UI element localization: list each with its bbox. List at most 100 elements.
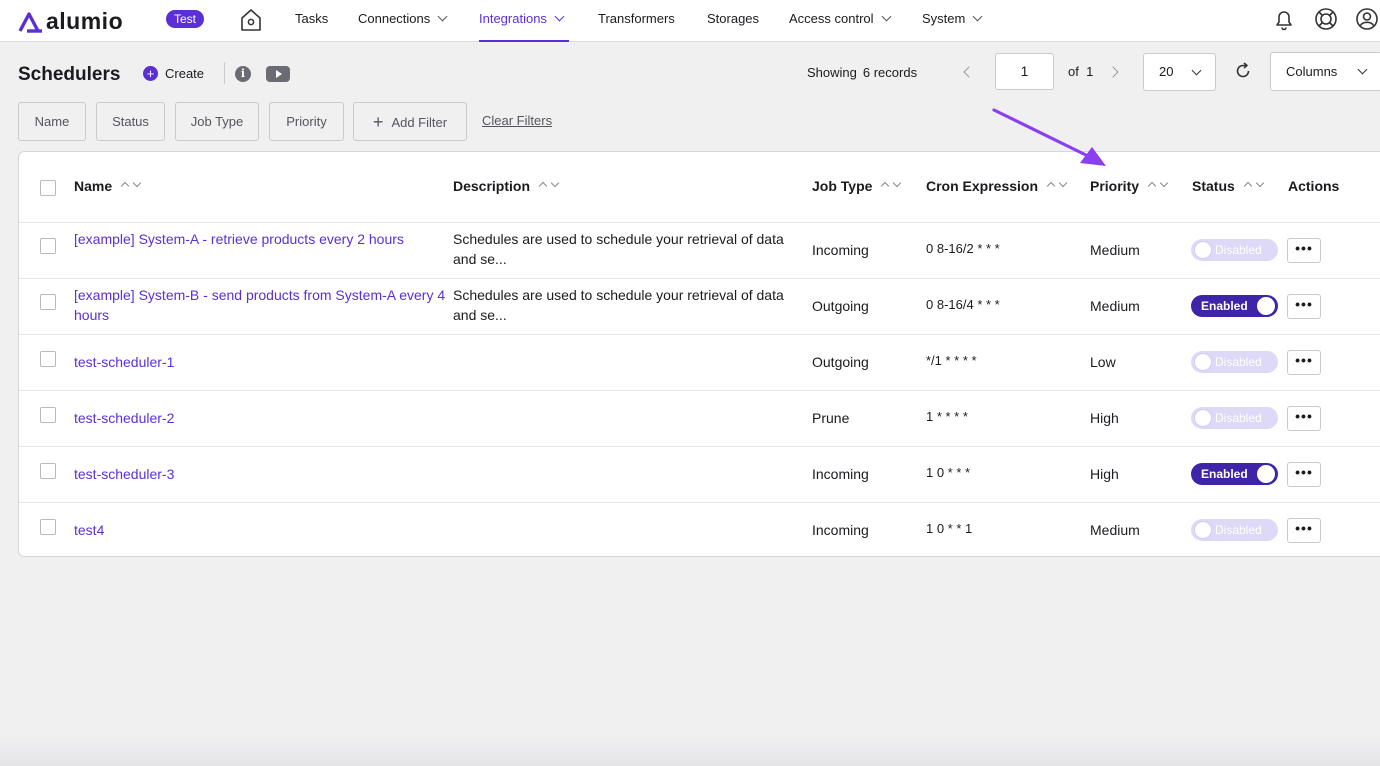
chevron-right-icon[interactable] — [1107, 66, 1119, 78]
toggle-knob — [1257, 465, 1275, 483]
scheduler-priority: High — [1090, 466, 1119, 482]
row-checkbox[interactable] — [40, 519, 56, 535]
table-row[interactable]: [example] System-B - send products from … — [19, 278, 1380, 334]
chevron-down-icon — [972, 11, 983, 22]
status-label: Enabled — [1201, 299, 1248, 313]
status-toggle[interactable]: Disabled — [1191, 519, 1278, 541]
chevron-down-icon — [554, 11, 565, 22]
sort-icon[interactable] — [881, 176, 906, 192]
scheduler-job-type: Incoming — [812, 466, 869, 482]
row-actions-button[interactable]: ••• — [1287, 518, 1321, 543]
sort-icon[interactable] — [1046, 176, 1072, 192]
nav-access-control[interactable]: Access control — [789, 0, 891, 42]
table-row[interactable]: test4 Incoming 1 0 * * 1 Medium Disabled ••• — [19, 502, 1380, 558]
status-toggle[interactable]: Disabled — [1191, 239, 1278, 261]
status-label: Disabled — [1215, 411, 1262, 425]
chevron-left-icon[interactable] — [963, 66, 975, 78]
help-icon[interactable] — [1314, 7, 1338, 31]
scheduler-name-link[interactable]: [example] System-B - send products from … — [74, 285, 446, 325]
nav-transformers[interactable]: Transformers — [598, 0, 675, 42]
page-title: Schedulers — [18, 64, 121, 85]
home-icon[interactable] — [240, 8, 262, 32]
toggle-knob — [1257, 297, 1275, 315]
row-actions-button[interactable]: ••• — [1287, 462, 1321, 487]
row-checkbox[interactable] — [40, 294, 56, 310]
toggle-knob — [1194, 409, 1212, 427]
status-toggle[interactable]: Disabled — [1191, 351, 1278, 373]
scheduler-priority: Low — [1090, 354, 1116, 370]
column-header-cron-expression[interactable]: Cron Expression — [926, 178, 1072, 194]
scheduler-cron-expression: 1 0 * * 1 — [926, 521, 973, 536]
sort-icon[interactable] — [1147, 176, 1173, 192]
table-row[interactable]: test-scheduler-1 Outgoing */1 * * * * Low Di… — [19, 334, 1380, 390]
toggle-knob — [1194, 241, 1212, 259]
add-filter-label: Add Filter — [391, 115, 448, 130]
bell-icon[interactable] — [1272, 7, 1296, 31]
filter-name[interactable]: Name — [18, 102, 86, 141]
per-page-select[interactable]: 20 — [1143, 53, 1216, 91]
row-actions-button[interactable]: ••• — [1287, 406, 1321, 431]
of-label: of — [1068, 64, 1079, 79]
table-row[interactable]: test-scheduler-2 Prune 1 * * * * High Disabl… — [19, 390, 1380, 446]
page-number-input[interactable]: 1 — [995, 53, 1054, 90]
scheduler-name-link[interactable]: test-scheduler-2 — [74, 408, 446, 428]
sort-icon[interactable] — [1243, 176, 1269, 192]
status-toggle[interactable]: Disabled — [1191, 407, 1278, 429]
scheduler-priority: Medium — [1090, 298, 1140, 314]
filter-job-type[interactable]: Job Type — [175, 102, 259, 141]
create-button[interactable]: + Create — [143, 66, 204, 81]
scheduler-description: Schedules are used to schedule your retr… — [453, 231, 784, 267]
scheduler-job-type: Incoming — [812, 242, 869, 258]
clear-filters-link[interactable]: Clear Filters — [482, 113, 552, 128]
row-actions-button[interactable]: ••• — [1287, 294, 1321, 319]
video-icon[interactable] — [266, 66, 290, 82]
scheduler-name-link[interactable]: test4 — [74, 520, 446, 540]
alumio-logo[interactable]: alumio — [18, 8, 123, 35]
sort-icon[interactable] — [120, 176, 146, 192]
column-header-status[interactable]: Status — [1192, 178, 1269, 194]
info-icon[interactable]: i — [235, 66, 251, 82]
row-actions-button[interactable]: ••• — [1287, 350, 1321, 375]
refresh-icon[interactable] — [1234, 62, 1252, 80]
scheduler-description: Schedules are used to schedule your retr… — [453, 287, 784, 323]
row-checkbox[interactable] — [40, 351, 56, 367]
scheduler-cron-expression: */1 * * * * — [926, 353, 977, 368]
status-toggle[interactable]: Enabled — [1191, 295, 1278, 317]
table-row[interactable]: [example] System-A - retrieve products e… — [19, 222, 1380, 278]
filter-status[interactable]: Status — [96, 102, 165, 141]
chevron-down-icon — [1191, 65, 1202, 76]
nav-integrations[interactable]: Integrations — [479, 0, 569, 42]
row-checkbox[interactable] — [40, 238, 56, 254]
select-all-checkbox[interactable] — [40, 180, 56, 196]
column-header-priority[interactable]: Priority — [1090, 178, 1173, 194]
sort-icon[interactable] — [538, 176, 564, 192]
table-row[interactable]: test-scheduler-3 Incoming 1 0 * * * High Ena… — [19, 446, 1380, 502]
showing-label: Showing — [807, 65, 857, 80]
scheduler-cron-expression: 1 * * * * — [926, 409, 968, 424]
user-icon[interactable] — [1355, 7, 1379, 31]
add-filter-button[interactable]: + Add Filter — [353, 102, 467, 141]
chevron-down-icon — [881, 11, 891, 22]
row-checkbox[interactable] — [40, 463, 56, 479]
filter-priority[interactable]: Priority — [269, 102, 344, 141]
scheduler-name-link[interactable]: test-scheduler-1 — [74, 352, 446, 372]
scheduler-cron-expression: 0 8-16/4 * * * — [926, 297, 1000, 312]
nav-system[interactable]: System — [922, 0, 983, 42]
nav-tasks[interactable]: Tasks — [295, 0, 328, 42]
row-actions-button[interactable]: ••• — [1287, 238, 1321, 263]
column-header-name[interactable]: Name — [74, 178, 146, 194]
row-checkbox[interactable] — [40, 407, 56, 423]
brand-name: alumio — [46, 8, 124, 34]
chevron-down-icon — [437, 11, 448, 22]
nav-connections[interactable]: Connections — [358, 0, 448, 42]
total-pages: of 1 — [1068, 64, 1093, 79]
nav-storages[interactable]: Storages — [707, 0, 759, 42]
column-header-job-type[interactable]: Job Type — [812, 178, 906, 194]
scheduler-name-link[interactable]: test-scheduler-3 — [74, 464, 446, 484]
status-toggle[interactable]: Enabled — [1191, 463, 1278, 485]
status-label: Enabled — [1201, 467, 1248, 481]
columns-select[interactable]: Columns — [1270, 52, 1380, 91]
toggle-knob — [1194, 353, 1212, 371]
scheduler-name-link[interactable]: [example] System-A - retrieve products e… — [74, 229, 446, 249]
column-header-description[interactable]: Description — [453, 178, 564, 194]
